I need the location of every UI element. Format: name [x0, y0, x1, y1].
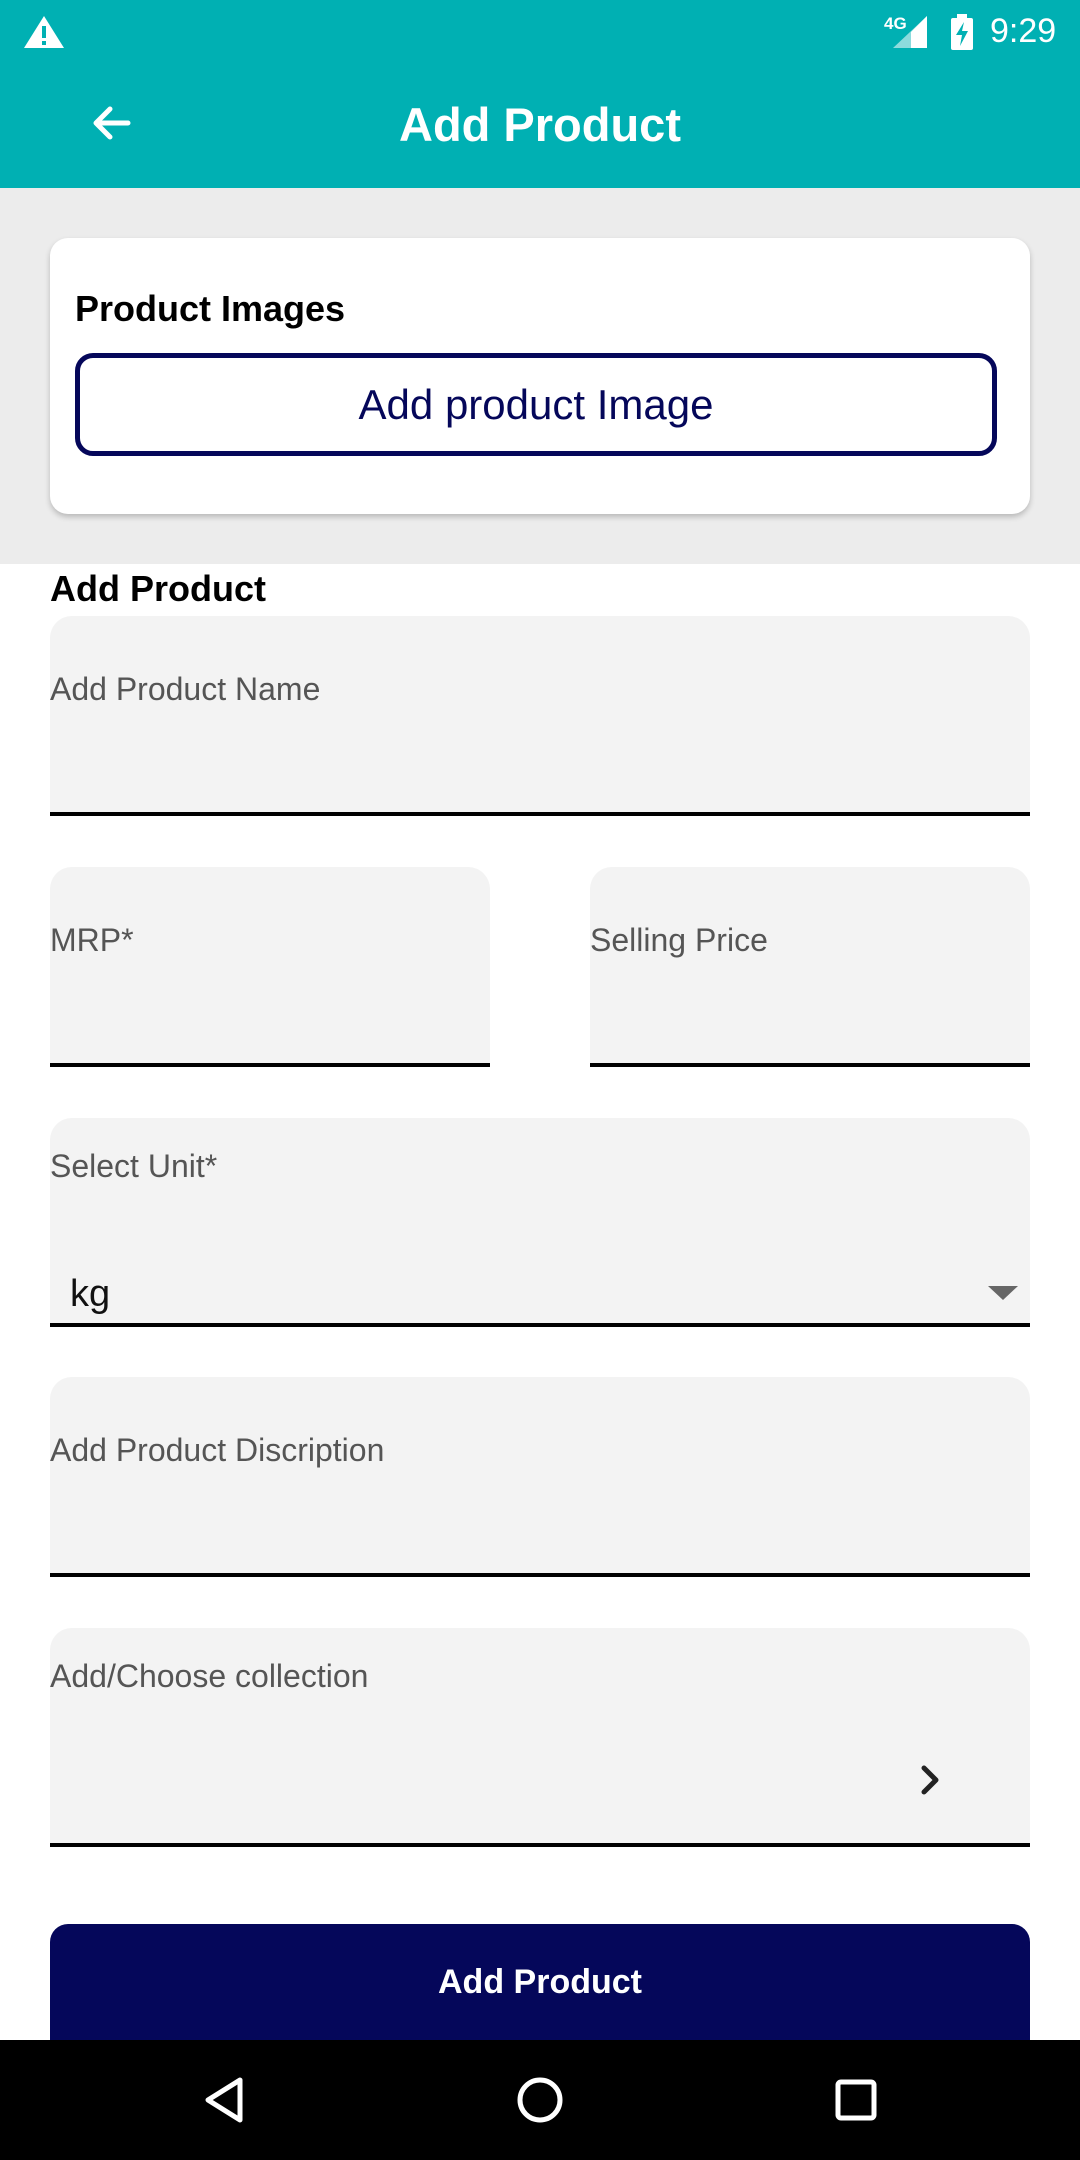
product-description-field[interactable]: Add Product Discription [50, 1377, 1030, 1577]
clock: 9:29 [990, 12, 1057, 50]
warning-icon [24, 16, 64, 48]
mrp-label: MRP* [50, 922, 134, 958]
unit-label: Select Unit* [50, 1148, 218, 1184]
product-images-card: Product Images Add product Image [50, 238, 1030, 514]
product-description-label: Add Product Discription [50, 1432, 385, 1468]
product-name-field[interactable]: Add Product Name [50, 616, 1030, 816]
home-circle-icon[interactable] [510, 2070, 570, 2130]
mrp-field[interactable]: MRP* [50, 867, 490, 1067]
selling-price-label: Selling Price [590, 922, 768, 958]
product-name-label: Add Product Name [50, 671, 321, 707]
add-product-button[interactable]: Add Product [50, 1924, 1030, 2040]
dropdown-arrow-icon [988, 1286, 1018, 1300]
unit-select[interactable]: Select Unit* kg [50, 1118, 1030, 1327]
back-triangle-icon[interactable] [196, 2070, 256, 2130]
status-bar: 4G 9:29 [0, 0, 1080, 63]
unit-selected-value: kg [70, 1273, 111, 1315]
add-product-image-button[interactable]: Add product Image [75, 353, 997, 456]
collection-label: Add/Choose collection [50, 1658, 369, 1694]
recents-square-icon[interactable] [826, 2070, 886, 2130]
signal-icon [893, 16, 927, 48]
page-title: Add Product [399, 98, 681, 151]
app-bar: Add Product [0, 63, 1080, 188]
navigation-bar [0, 2040, 1080, 2160]
chevron-right-icon [921, 1765, 939, 1795]
battery-charging-icon [951, 14, 973, 50]
product-images-section: Product Images Add product Image [0, 188, 1080, 564]
add-product-section-title: Add Product [50, 568, 266, 609]
collection-field[interactable]: Add/Choose collection [50, 1628, 1030, 1847]
selling-price-field[interactable]: Selling Price [590, 867, 1030, 1067]
product-images-title: Product Images [75, 288, 346, 329]
